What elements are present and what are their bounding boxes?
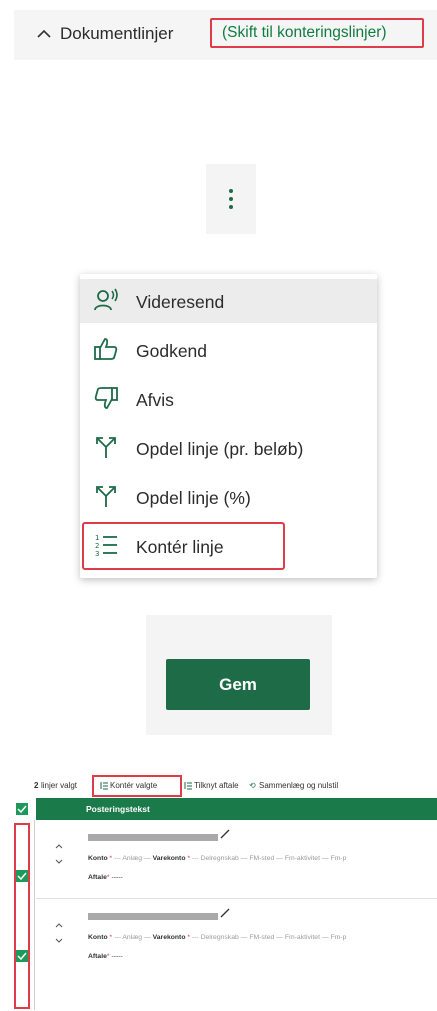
row-fields: Konto * --- Anlæg — Varekonto * --- Delr…: [88, 855, 347, 862]
field-label[interactable]: Fm-aktivitet: [285, 934, 320, 941]
selected-text: linjer valgt: [41, 781, 78, 790]
field-label[interactable]: Fm-p: [331, 934, 347, 941]
field-label: Varekonto: [152, 934, 186, 941]
menu-item-opdel-procent[interactable]: Opdel linje (%): [80, 475, 377, 519]
field-label[interactable]: Delregnskab: [201, 934, 239, 941]
menu-item-label: Afvis: [136, 390, 174, 410]
menu-item-opdel-beloeb[interactable]: Opdel linje (pr. beløb): [80, 426, 377, 470]
highlight-box: [92, 775, 182, 797]
check-icon: [17, 805, 27, 814]
menu-item-videresend[interactable]: Videresend: [80, 279, 377, 323]
more-options-icon-dot: [229, 197, 233, 201]
field-value: -----: [111, 953, 123, 960]
required-marker: *: [106, 874, 110, 881]
more-options-icon: [229, 189, 233, 193]
field-value[interactable]: ---: [192, 934, 199, 941]
field-label[interactable]: Anlæg: [122, 855, 142, 862]
table-row: Konto * --- Anlæg — Varekonto * --- Delr…: [36, 899, 437, 977]
more-actions-button[interactable]: [206, 164, 256, 234]
select-all-checkbox[interactable]: [16, 803, 28, 815]
thumbs-down-icon: [94, 387, 118, 409]
switch-to-konteringslinjer-link[interactable]: (Skift til konteringslinjer): [210, 18, 424, 48]
grid-toolbar: 2 linjer valgt Kontér valgte Tilknyt aft…: [12, 775, 437, 797]
field-value: -----: [111, 874, 123, 881]
more-options-icon-dot: [229, 205, 233, 209]
redacted-text: [88, 834, 218, 841]
field-label[interactable]: Fm-aktivitet: [285, 855, 320, 862]
split-icon: [96, 437, 116, 458]
list-icon: [184, 782, 192, 790]
menu-item-label: Opdel linje (%): [136, 488, 251, 508]
row-fields: Konto * --- Anlæg — Varekonto * --- Delr…: [88, 934, 347, 941]
row-expand-icon[interactable]: [54, 842, 64, 868]
field-label: Varekonto: [152, 855, 186, 862]
field-label: Konto: [88, 855, 108, 862]
section-title: Dokumentlinjer: [60, 24, 174, 43]
field-label[interactable]: Delregnskab: [201, 855, 239, 862]
save-panel: Gem: [146, 615, 332, 735]
grid-header: Posteringstekst: [36, 798, 437, 820]
highlight-box: [82, 522, 285, 570]
actions-menu: Videresend Godkend Afvis Opdel linje (pr…: [80, 274, 377, 578]
edit-icon[interactable]: [220, 829, 230, 839]
undo-icon: ⟲: [249, 781, 256, 790]
field-label: Konto: [88, 934, 108, 941]
required-marker: *: [106, 953, 110, 960]
field-value[interactable]: ---: [114, 855, 121, 862]
highlight-box: [14, 823, 30, 1009]
split-icon: [96, 486, 116, 507]
field-value[interactable]: ---: [192, 855, 199, 862]
field-label[interactable]: Fm-p: [331, 855, 347, 862]
aftale-field[interactable]: Aftale* -----: [88, 874, 123, 881]
field-label: Aftale: [88, 953, 107, 960]
menu-item-label: Videresend: [136, 292, 225, 312]
edit-icon[interactable]: [220, 908, 230, 918]
menu-item-godkend[interactable]: Godkend: [80, 328, 377, 372]
menu-item-label: Opdel linje (pr. beløb): [136, 439, 304, 459]
sammenlaeg-button[interactable]: Sammenlæg og nulstil: [259, 781, 338, 790]
forward-user-icon: [94, 288, 118, 311]
menu-item-label: Godkend: [136, 341, 208, 361]
field-label: Aftale: [88, 874, 107, 881]
table-row: Konto * --- Anlæg — Varekonto * --- Delr…: [36, 820, 437, 899]
field-label[interactable]: FM-sted: [249, 855, 274, 862]
chevron-up-icon[interactable]: [36, 27, 52, 41]
save-button[interactable]: Gem: [166, 659, 310, 710]
field-label[interactable]: FM-sted: [249, 934, 274, 941]
redacted-text: [88, 913, 218, 920]
column-header-posteringstekst: Posteringstekst: [86, 804, 150, 814]
field-value[interactable]: ---: [114, 934, 121, 941]
field-label[interactable]: Anlæg: [122, 934, 142, 941]
menu-item-afvis[interactable]: Afvis: [80, 377, 377, 421]
section-header: Dokumentlinjer (Skift til konteringslinj…: [14, 10, 437, 60]
document-lines-grid: 2 linjer valgt Kontér valgte Tilknyt aft…: [12, 775, 437, 1011]
tilknyt-aftale-button[interactable]: Tilknyt aftale: [194, 781, 239, 790]
selected-count: 2: [34, 781, 39, 790]
thumbs-up-icon: [94, 338, 118, 360]
aftale-field[interactable]: Aftale* -----: [88, 953, 123, 960]
divider: [34, 820, 35, 1010]
row-expand-icon[interactable]: [54, 921, 64, 947]
